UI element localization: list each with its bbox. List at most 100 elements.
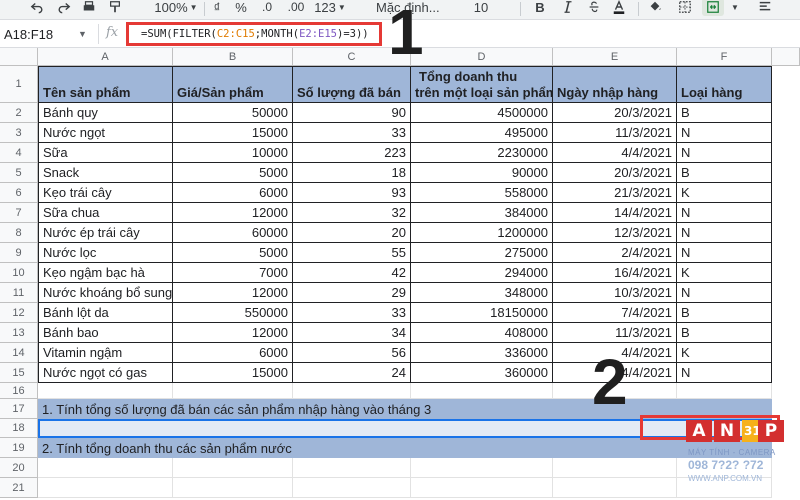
table-cell[interactable]: 360000 — [411, 363, 553, 383]
borders-icon[interactable] — [676, 0, 694, 16]
table-cell[interactable]: B — [677, 303, 772, 323]
formula-input[interactable]: =SUM(FILTER(C2:C15 ;MONTH(E2:E15)=3)) — [126, 22, 382, 46]
paint-format-icon[interactable] — [106, 0, 124, 16]
redo-icon[interactable] — [55, 0, 73, 16]
row-header-5[interactable]: 5 — [0, 163, 38, 183]
table-cell[interactable]: 33 — [293, 303, 411, 323]
header-cell-b[interactable]: Giá/Sản phẩm — [173, 66, 293, 103]
table-cell[interactable]: Nước lọc — [38, 243, 173, 263]
header-cell-f[interactable]: Loại hàng — [677, 66, 772, 103]
table-cell[interactable]: Bánh bao — [38, 323, 173, 343]
column-header-b[interactable]: B — [173, 48, 293, 66]
percent-button[interactable]: % — [234, 0, 248, 16]
table-cell[interactable]: 11/3/2021 — [553, 323, 677, 343]
header-cell-c[interactable]: Số lượng đã bán — [293, 66, 411, 103]
row-header-11[interactable]: 11 — [0, 283, 38, 303]
fill-color-icon[interactable] — [646, 0, 664, 16]
table-cell[interactable]: Nước ngọt có gas — [38, 363, 173, 383]
table-cell[interactable]: Kẹo trái cây — [38, 183, 173, 203]
table-cell[interactable]: 33 — [293, 123, 411, 143]
table-cell[interactable]: 10/3/2021 — [553, 283, 677, 303]
table-cell[interactable]: 24 — [293, 363, 411, 383]
more-formats-button[interactable]: 123 ▼ — [312, 0, 348, 16]
table-cell[interactable]: 21/3/2021 — [553, 183, 677, 203]
row-header-16[interactable]: 16 — [0, 383, 38, 399]
row-header-13[interactable]: 13 — [0, 323, 38, 343]
font-size-select[interactable]: 10 — [466, 0, 496, 16]
row-header-3[interactable]: 3 — [0, 123, 38, 143]
empty-cell[interactable] — [38, 383, 173, 399]
empty-cell[interactable] — [293, 383, 411, 399]
table-cell[interactable]: 50000 — [173, 103, 293, 123]
table-cell[interactable]: B — [677, 163, 772, 183]
header-cell-a[interactable]: Tên sản phẩm — [38, 66, 173, 103]
table-cell[interactable]: 12000 — [173, 283, 293, 303]
table-cell[interactable]: N — [677, 223, 772, 243]
strikethrough-icon[interactable] — [586, 0, 602, 16]
table-cell[interactable]: Vitamin ngậm — [38, 343, 173, 363]
table-cell[interactable]: 5000 — [173, 163, 293, 183]
align-icon[interactable] — [756, 0, 774, 16]
table-cell[interactable]: 1200000 — [411, 223, 553, 243]
empty-cell[interactable] — [553, 478, 677, 498]
table-cell[interactable]: 6000 — [173, 183, 293, 203]
text-color-icon[interactable] — [610, 0, 628, 16]
table-cell[interactable]: Nước ép trái cây — [38, 223, 173, 243]
italic-icon[interactable] — [560, 0, 576, 16]
undo-icon[interactable] — [28, 0, 46, 16]
table-cell[interactable]: Snack — [38, 163, 173, 183]
column-header-a[interactable]: A — [38, 48, 173, 66]
table-cell[interactable]: Nước ngọt — [38, 123, 173, 143]
table-cell[interactable]: 6000 — [173, 343, 293, 363]
row-header-10[interactable]: 10 — [0, 263, 38, 283]
row-header-8[interactable]: 8 — [0, 223, 38, 243]
table-cell[interactable]: 20 — [293, 223, 411, 243]
row-header-6[interactable]: 6 — [0, 183, 38, 203]
table-cell[interactable]: 18 — [293, 163, 411, 183]
table-cell[interactable]: 12000 — [173, 203, 293, 223]
table-cell[interactable]: 29 — [293, 283, 411, 303]
header-cell-e[interactable]: Ngày nhập hàng — [553, 66, 677, 103]
table-cell[interactable]: N — [677, 203, 772, 223]
decimal-increase-button[interactable]: .00 — [282, 0, 310, 16]
row-header-1[interactable]: 1 — [0, 66, 38, 103]
table-cell[interactable]: 56 — [293, 343, 411, 363]
table-cell[interactable]: Nước khoáng bổ sung — [38, 283, 173, 303]
table-cell[interactable]: Kẹo ngậm bạc hà — [38, 263, 173, 283]
row-header-4[interactable]: 4 — [0, 143, 38, 163]
table-cell[interactable]: 12/3/2021 — [553, 223, 677, 243]
empty-cell[interactable] — [677, 383, 772, 399]
row-header-15[interactable]: 15 — [0, 363, 38, 383]
table-cell[interactable]: 16/4/2021 — [553, 263, 677, 283]
table-cell[interactable]: 20/3/2021 — [553, 163, 677, 183]
empty-cell[interactable] — [553, 458, 677, 478]
table-cell[interactable]: 7/4/2021 — [553, 303, 677, 323]
table-cell[interactable]: 34 — [293, 323, 411, 343]
row-header-19[interactable]: 19 — [0, 438, 38, 458]
table-cell[interactable]: 294000 — [411, 263, 553, 283]
select-all-corner[interactable] — [0, 48, 38, 66]
table-cell[interactable]: 10000 — [173, 143, 293, 163]
table-cell[interactable]: 495000 — [411, 123, 553, 143]
table-cell[interactable]: N — [677, 283, 772, 303]
table-cell[interactable]: N — [677, 363, 772, 383]
table-cell[interactable]: 93 — [293, 183, 411, 203]
table-cell[interactable]: N — [677, 123, 772, 143]
table-cell[interactable]: Bánh lột da — [38, 303, 173, 323]
table-cell[interactable]: Sữa chua — [38, 203, 173, 223]
merge-cells-icon[interactable] — [702, 0, 724, 16]
row-header-14[interactable]: 14 — [0, 343, 38, 363]
bold-button[interactable]: B — [532, 0, 548, 16]
chevron-down-icon[interactable]: ▼ — [78, 29, 87, 39]
table-cell[interactable]: 2/4/2021 — [553, 243, 677, 263]
empty-cell[interactable] — [173, 383, 293, 399]
table-cell[interactable]: N — [677, 143, 772, 163]
table-cell[interactable]: 336000 — [411, 343, 553, 363]
row-header-21[interactable]: 21 — [0, 478, 38, 498]
table-cell[interactable]: 7000 — [173, 263, 293, 283]
table-cell[interactable]: 223 — [293, 143, 411, 163]
table-cell[interactable]: 32 — [293, 203, 411, 223]
table-cell[interactable]: 90000 — [411, 163, 553, 183]
empty-cell[interactable] — [38, 478, 173, 498]
table-cell[interactable]: 408000 — [411, 323, 553, 343]
